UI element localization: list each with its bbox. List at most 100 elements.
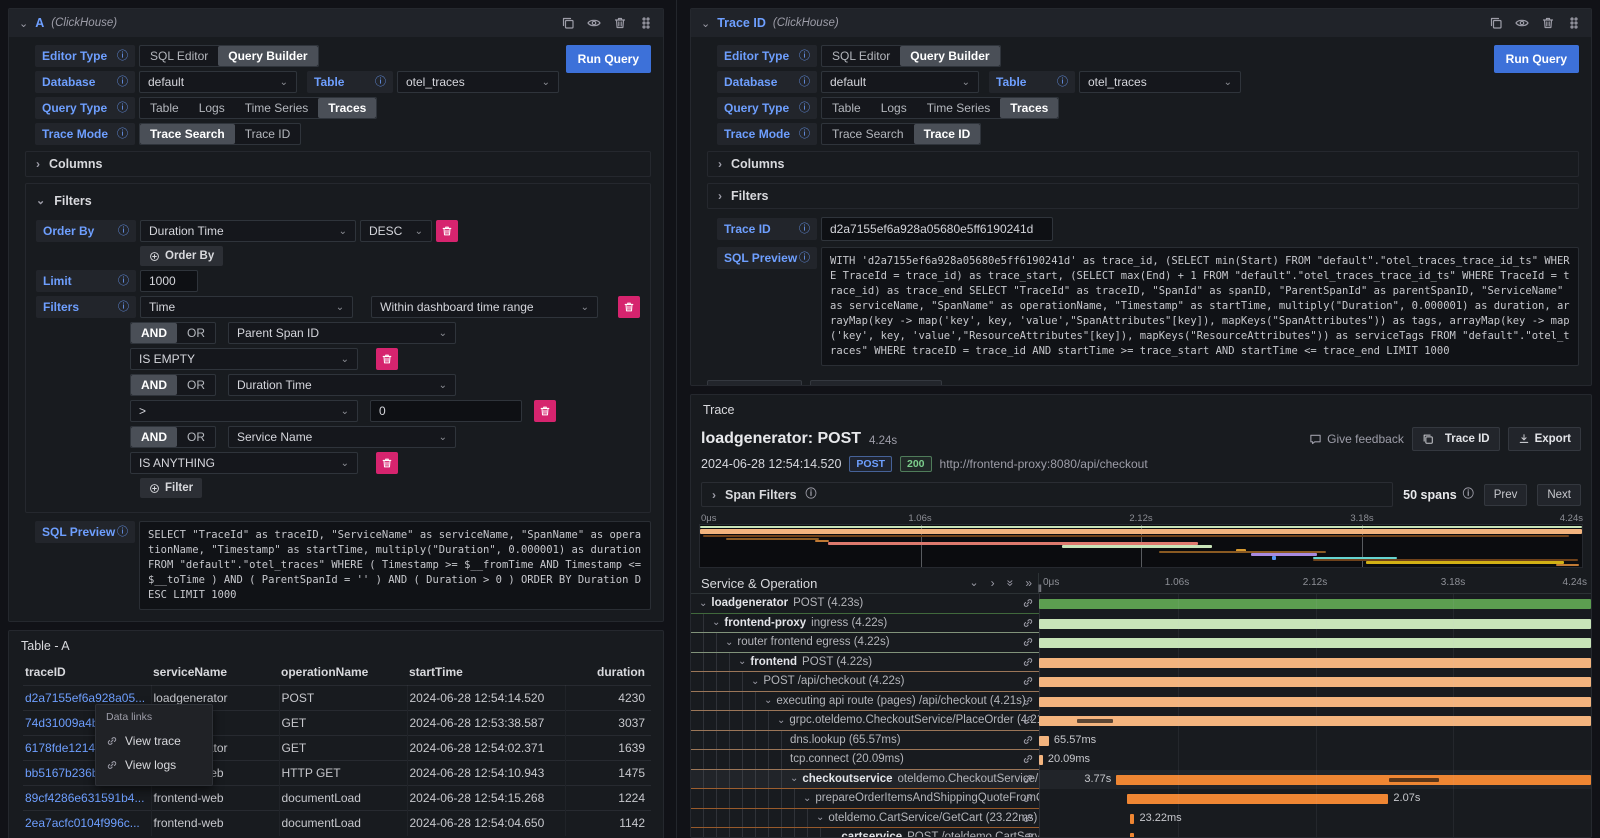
- chevron-down-icon[interactable]: ⌄: [816, 812, 824, 823]
- run-query-button[interactable]: Run Query: [1494, 45, 1579, 73]
- span-row[interactable]: ⌄checkoutserviceoteldemo.CheckoutService…: [691, 770, 1591, 790]
- chevron-down-icon[interactable]: ⌄: [764, 695, 772, 706]
- editor-type-sql-editor[interactable]: SQL Editor: [822, 46, 900, 66]
- span-link-icon[interactable]: [1022, 773, 1034, 785]
- expand-one-icon[interactable]: ›: [991, 577, 995, 589]
- collapse-one-icon[interactable]: ⌄: [969, 578, 978, 589]
- span-link-icon[interactable]: [1022, 636, 1034, 648]
- span-filters-toggle[interactable]: ›Span Filtersⓘ: [701, 482, 1393, 507]
- editor-type-query-builder[interactable]: Query Builder: [900, 46, 999, 66]
- column-header-traceID[interactable]: traceID: [23, 659, 151, 686]
- span-name-cell[interactable]: ⌄router frontend egress (4.22s): [691, 633, 1039, 653]
- span-duration-bar[interactable]: [1039, 697, 1591, 707]
- span-link-icon[interactable]: [1022, 831, 1034, 838]
- query-type-time-series[interactable]: Time Series: [235, 98, 319, 118]
- span-link-icon[interactable]: [1022, 714, 1034, 726]
- and-option[interactable]: AND: [131, 375, 177, 395]
- span-name-cell[interactable]: ⌄executing api route (pages) /api/checko…: [691, 692, 1039, 712]
- query-type-logs[interactable]: Logs: [871, 98, 917, 118]
- span-duration-bar[interactable]: [1039, 755, 1043, 765]
- condition-operator-select[interactable]: IS EMPTY⌄: [130, 348, 358, 370]
- chevron-down-icon[interactable]: ⌄: [790, 773, 798, 784]
- trace-id-button[interactable]: Trace ID: [1412, 427, 1500, 451]
- next-button[interactable]: Next: [1537, 484, 1581, 506]
- collapse-all-icon[interactable]: »: [1004, 580, 1016, 587]
- delete-query-icon[interactable]: [1541, 16, 1555, 30]
- order-by-direction-select[interactable]: DESC⌄: [360, 220, 432, 242]
- span-name-cell[interactable]: ⌄checkoutserviceoteldemo.CheckoutService…: [691, 770, 1039, 790]
- condition-operator-select[interactable]: IS ANYTHING⌄: [130, 452, 358, 474]
- duplicate-query-icon[interactable]: [561, 16, 575, 30]
- span-duration-bar[interactable]: [1127, 794, 1388, 804]
- delete-button[interactable]: [376, 452, 398, 474]
- span-duration-bar[interactable]: [1130, 833, 1134, 838]
- run-query-button[interactable]: Run Query: [566, 45, 651, 73]
- add-order-by-button[interactable]: Order By: [140, 246, 223, 266]
- query-type-traces[interactable]: Traces: [1000, 98, 1058, 118]
- query-type-logs[interactable]: Logs: [189, 98, 235, 118]
- span-row[interactable]: ⌄executing api route (pages) /api/checko…: [691, 692, 1591, 712]
- span-link-icon[interactable]: [1022, 695, 1034, 707]
- add-query-button[interactable]: +Add query: [707, 380, 802, 386]
- filters-section[interactable]: ›Filters: [707, 183, 1579, 209]
- column-header-serviceName[interactable]: serviceName: [151, 659, 279, 686]
- span-name-cell[interactable]: ⌄frontendPOST (4.22s): [691, 653, 1039, 673]
- span-name-cell[interactable]: dns.lookup (65.57ms): [691, 731, 1039, 751]
- trace-id-link[interactable]: 2ea7acfc0104f996c...: [23, 811, 151, 836]
- add-filter-button[interactable]: Filter: [140, 478, 202, 498]
- condition-operator-select[interactable]: >⌄: [130, 400, 358, 422]
- toggle-visibility-icon[interactable]: [587, 16, 601, 30]
- trace-id-link[interactable]: 89cf4286e631591b4...: [23, 786, 151, 811]
- span-link-icon[interactable]: [1022, 812, 1034, 824]
- toggle-visibility-icon[interactable]: [1515, 16, 1529, 30]
- give-feedback-link[interactable]: Give feedback: [1309, 432, 1404, 446]
- table-select[interactable]: otel_traces⌄: [1079, 71, 1241, 93]
- span-row[interactable]: ⌄loadgeneratorPOST (4.23s): [691, 594, 1591, 614]
- chevron-down-icon[interactable]: ⌄: [725, 637, 733, 648]
- prev-button[interactable]: Prev: [1484, 484, 1528, 506]
- delete-button[interactable]: [534, 400, 556, 422]
- export-button[interactable]: Export: [1508, 427, 1581, 451]
- database-select[interactable]: default⌄: [821, 71, 979, 93]
- span-row[interactable]: ⌄frontend-proxyingress (4.22s): [691, 614, 1591, 634]
- query-type-traces[interactable]: Traces: [318, 98, 376, 118]
- span-name-cell[interactable]: ⌄loadgeneratorPOST (4.23s): [691, 594, 1039, 614]
- span-link-icon[interactable]: [1022, 597, 1034, 609]
- span-name-cell[interactable]: ⌄frontend-proxyingress (4.22s): [691, 614, 1039, 634]
- column-header-startTime[interactable]: startTime: [407, 659, 565, 686]
- span-duration-bar[interactable]: [1039, 677, 1591, 687]
- delete-button[interactable]: [376, 348, 398, 370]
- column-header-duration[interactable]: duration: [565, 659, 651, 686]
- trace-mode-trace-search[interactable]: Trace Search: [140, 124, 235, 144]
- delete-button[interactable]: [436, 220, 458, 242]
- span-row[interactable]: ⌄cartservicePOST /oteldemo.CartService/G…: [691, 828, 1591, 838]
- condition-field-select[interactable]: Duration Time⌄: [228, 374, 456, 396]
- span-name-cell[interactable]: ⌄grpc.oteldemo.CheckoutService/PlaceOrde…: [691, 711, 1039, 731]
- trace-mode-trace-search[interactable]: Trace Search: [822, 124, 914, 144]
- column-resize-handle[interactable]: ‖: [1038, 585, 1042, 595]
- span-row[interactable]: ⌄oteldemo.CartService/GetCart (23.22ms)2…: [691, 809, 1591, 829]
- editor-type-query-builder[interactable]: Query Builder: [218, 46, 317, 66]
- span-row[interactable]: ⌄POST /api/checkout (4.22s): [691, 672, 1591, 692]
- or-option[interactable]: OR: [177, 375, 215, 395]
- span-link-icon[interactable]: [1022, 792, 1034, 804]
- query-type-table[interactable]: Table: [822, 98, 871, 118]
- and-option[interactable]: AND: [131, 323, 177, 343]
- span-duration-bar[interactable]: [1039, 599, 1591, 609]
- data-link-view-trace[interactable]: View trace: [106, 729, 202, 753]
- columns-section[interactable]: ›Columns: [25, 151, 651, 177]
- collapse-chevron-icon[interactable]: ⌄: [701, 17, 710, 30]
- chevron-down-icon[interactable]: ⌄: [738, 656, 746, 667]
- duplicate-query-icon[interactable]: [1489, 16, 1503, 30]
- chevron-down-icon[interactable]: ⌄: [751, 676, 759, 687]
- drag-handle-icon[interactable]: [639, 16, 653, 30]
- span-row[interactable]: ⌄grpc.oteldemo.CheckoutService/PlaceOrde…: [691, 711, 1591, 731]
- span-row[interactable]: ⌄prepareOrderItemsAndShippingQuoteFromCa…: [691, 789, 1591, 809]
- condition-field-select[interactable]: Service Name⌄: [228, 426, 456, 448]
- pane-resizer[interactable]: [676, 0, 677, 838]
- trace-mode-trace-id[interactable]: Trace ID: [914, 124, 981, 144]
- span-duration-bar[interactable]: [1039, 619, 1591, 629]
- span-link-icon[interactable]: [1022, 675, 1034, 687]
- data-link-view-logs[interactable]: View logs: [106, 753, 202, 777]
- span-name-cell[interactable]: ⌄cartservicePOST /oteldemo.CartService/G…: [691, 828, 1039, 838]
